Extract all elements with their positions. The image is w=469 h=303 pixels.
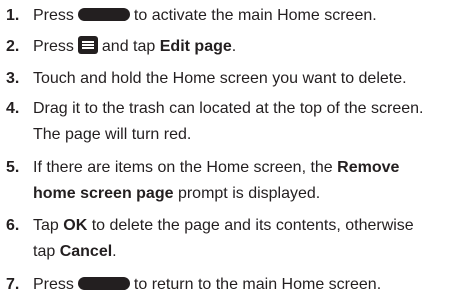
step-number: 6. — [6, 217, 20, 234]
prompt-name: home screen page — [33, 185, 174, 202]
step-text-part: Tap — [33, 217, 59, 234]
step-text: Press and tap Edit page. — [33, 34, 463, 60]
step-number: 3. — [6, 70, 20, 87]
home-key-icon — [77, 8, 130, 21]
step-text: Press to return to the main Home screen. — [33, 272, 463, 298]
step-text-part: to activate the main Home screen. — [133, 7, 377, 24]
step-text-part: to delete the page and its contents, oth… — [91, 217, 414, 234]
prompt-name: Remove — [337, 159, 400, 176]
step-text: Drag it to the trash can located at the … — [33, 96, 463, 148]
step-text-line: Drag it to the trash can located at the … — [33, 100, 424, 117]
step-text-part: Press — [33, 276, 74, 293]
step-text-part: If there are items on the Home screen, t… — [33, 159, 333, 176]
step-text-part: tap — [33, 243, 56, 260]
cancel-label: Cancel — [59, 243, 113, 260]
home-key-icon — [77, 277, 130, 290]
step-text: Press to activate the main Home screen. — [33, 3, 463, 29]
menu-key-icon — [77, 36, 98, 54]
step-number: 5. — [6, 159, 20, 176]
step-text-part: . — [231, 38, 237, 55]
step-text-part: . — [112, 243, 117, 260]
step-text: If there are items on the Home screen, t… — [33, 155, 463, 207]
edit-page-label: Edit page — [159, 38, 232, 55]
ok-label: OK — [63, 217, 88, 234]
step-text-part: and tap — [101, 38, 156, 55]
step-text-line: The page will turn red. — [33, 126, 192, 143]
step-number: 4. — [6, 100, 20, 117]
step-number: 1. — [6, 7, 20, 24]
step-number: 2. — [6, 38, 20, 55]
step-text-part: Press — [33, 7, 74, 24]
step-text: Touch and hold the Home screen you want … — [33, 70, 407, 87]
step-number: 7. — [6, 276, 20, 293]
step-text: Tap OK to delete the page and its conten… — [33, 213, 463, 265]
step-text-part: prompt is displayed. — [177, 185, 321, 202]
step-text-part: Press — [33, 38, 74, 55]
step-text-part: to return to the main Home screen. — [133, 276, 382, 293]
